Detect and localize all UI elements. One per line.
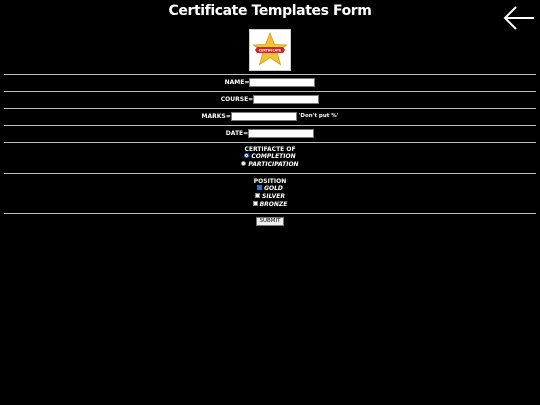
date-row: DATE= bbox=[0, 129, 540, 141]
marks-label: MARKS= bbox=[201, 113, 231, 120]
checkbox[interactable] bbox=[252, 201, 258, 206]
checkbox-silver-label: SILVER bbox=[262, 193, 285, 200]
course-input[interactable] bbox=[253, 95, 320, 104]
divider bbox=[4, 74, 536, 75]
certificate-logo: CERTIFICATE bbox=[249, 29, 291, 71]
checkbox-bronze-label: BRONZE bbox=[259, 201, 288, 208]
marks-row: MARKS= 'Don't put %' bbox=[0, 112, 540, 124]
radio-button[interactable] bbox=[244, 153, 250, 158]
checkbox-silver[interactable]: SILVER bbox=[0, 193, 540, 201]
checkbox-gold-label: GOLD bbox=[264, 185, 283, 192]
radio-participation-label: PARTICIPATION bbox=[248, 161, 299, 168]
logo-ribbon-text: CERTIFICATE bbox=[259, 48, 281, 52]
checkbox[interactable] bbox=[257, 185, 263, 190]
divider bbox=[4, 142, 536, 143]
certificate-heading: CERTIFACTE OF bbox=[244, 146, 296, 153]
divider bbox=[4, 108, 536, 109]
radio-completion[interactable]: COMPLETION bbox=[0, 153, 540, 161]
arrow-left-icon bbox=[503, 6, 534, 30]
back-button[interactable] bbox=[502, 4, 536, 32]
checkbox-bronze[interactable]: BRONZE bbox=[0, 201, 540, 209]
submit-button[interactable]: SUBMIT bbox=[256, 217, 284, 226]
name-row: NAME= bbox=[0, 78, 540, 90]
name-label: NAME= bbox=[224, 79, 250, 86]
checkbox[interactable] bbox=[255, 193, 261, 198]
course-row: COURSE= bbox=[0, 95, 540, 107]
marks-hint: 'Don't put %' bbox=[298, 113, 339, 119]
divider bbox=[4, 125, 536, 126]
divider bbox=[4, 91, 536, 92]
name-input[interactable] bbox=[249, 78, 316, 87]
marks-input[interactable] bbox=[230, 112, 297, 121]
date-input[interactable] bbox=[248, 129, 315, 138]
position-heading: POSITION bbox=[253, 178, 287, 185]
checkbox-gold[interactable]: GOLD bbox=[0, 185, 540, 193]
divider bbox=[4, 213, 536, 214]
gold-star-ribbon-logo: CERTIFICATE bbox=[252, 31, 288, 66]
page-title: Certificate Templates Form bbox=[168, 3, 372, 19]
radio-participation[interactable]: PARTICIPATION bbox=[0, 161, 540, 169]
radio-completion-label: COMPLETION bbox=[251, 153, 296, 160]
divider bbox=[4, 173, 536, 174]
date-label: DATE= bbox=[225, 130, 249, 137]
course-label: COURSE= bbox=[220, 96, 254, 103]
radio-button[interactable] bbox=[241, 161, 247, 166]
